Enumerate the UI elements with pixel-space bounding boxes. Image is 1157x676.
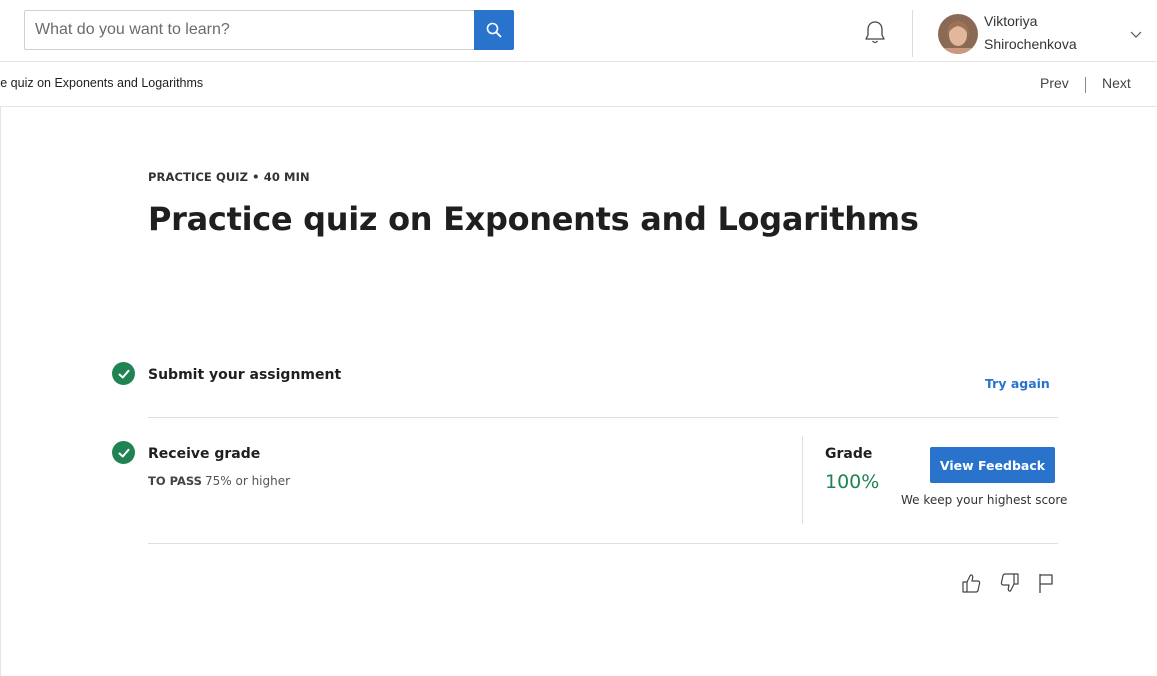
bell-icon [865, 21, 885, 44]
try-again-link[interactable]: Try again [985, 376, 1050, 391]
dislike-button[interactable] [998, 571, 1022, 595]
search-input[interactable] [24, 10, 474, 50]
step-title-grade: Receive grade [148, 446, 261, 462]
item-nav-bar: ce quiz on Exponents and Logarithms Prev… [0, 62, 1157, 107]
search-button[interactable] [474, 10, 514, 50]
pass-value: 75% or higher [205, 474, 291, 488]
avatar-image [938, 14, 978, 54]
view-feedback-button[interactable]: View Feedback [930, 447, 1055, 483]
like-button[interactable] [959, 571, 983, 595]
notifications-button[interactable] [860, 18, 890, 48]
next-link[interactable]: Next [1102, 75, 1131, 91]
user-last-name: Shirochenkova [984, 36, 1077, 52]
avatar[interactable] [938, 14, 978, 54]
search-bar [24, 10, 514, 50]
thumbs-down-icon [1000, 573, 1019, 592]
quiz-kicker: PRACTICE QUIZ • 40 MIN [148, 170, 310, 184]
content-border [0, 107, 1, 676]
step-complete-icon [112, 362, 135, 385]
checkmark-icon [118, 448, 129, 457]
grade-divider [802, 436, 803, 524]
grade-value: 100% [825, 471, 880, 493]
grade-label: Grade [825, 446, 873, 462]
report-button[interactable] [1034, 571, 1058, 595]
page-title: Practice quiz on Exponents and Logarithm… [148, 200, 919, 238]
checkmark-icon [118, 369, 129, 378]
pass-label: TO PASS [148, 474, 202, 488]
breadcrumb[interactable]: ce quiz on Exponents and Logarithms [0, 76, 203, 90]
thumbs-up-icon [962, 574, 981, 593]
header-divider [912, 10, 913, 57]
top-header: Viktoriya Shirochenkova [0, 0, 1157, 62]
step-complete-icon [112, 441, 135, 464]
chevron-down-icon[interactable] [1129, 28, 1143, 40]
user-name[interactable]: Viktoriya Shirochenkova [984, 10, 1114, 56]
divider [148, 543, 1058, 544]
grade-note: We keep your highest score [901, 493, 1068, 507]
search-icon [486, 22, 502, 38]
nav-divider [1085, 77, 1086, 93]
divider [148, 417, 1058, 418]
prev-link[interactable]: Prev [1040, 75, 1069, 91]
user-first-name: Viktoriya [984, 13, 1038, 29]
step-title-submit: Submit your assignment [148, 367, 342, 383]
flag-icon [1039, 574, 1053, 593]
